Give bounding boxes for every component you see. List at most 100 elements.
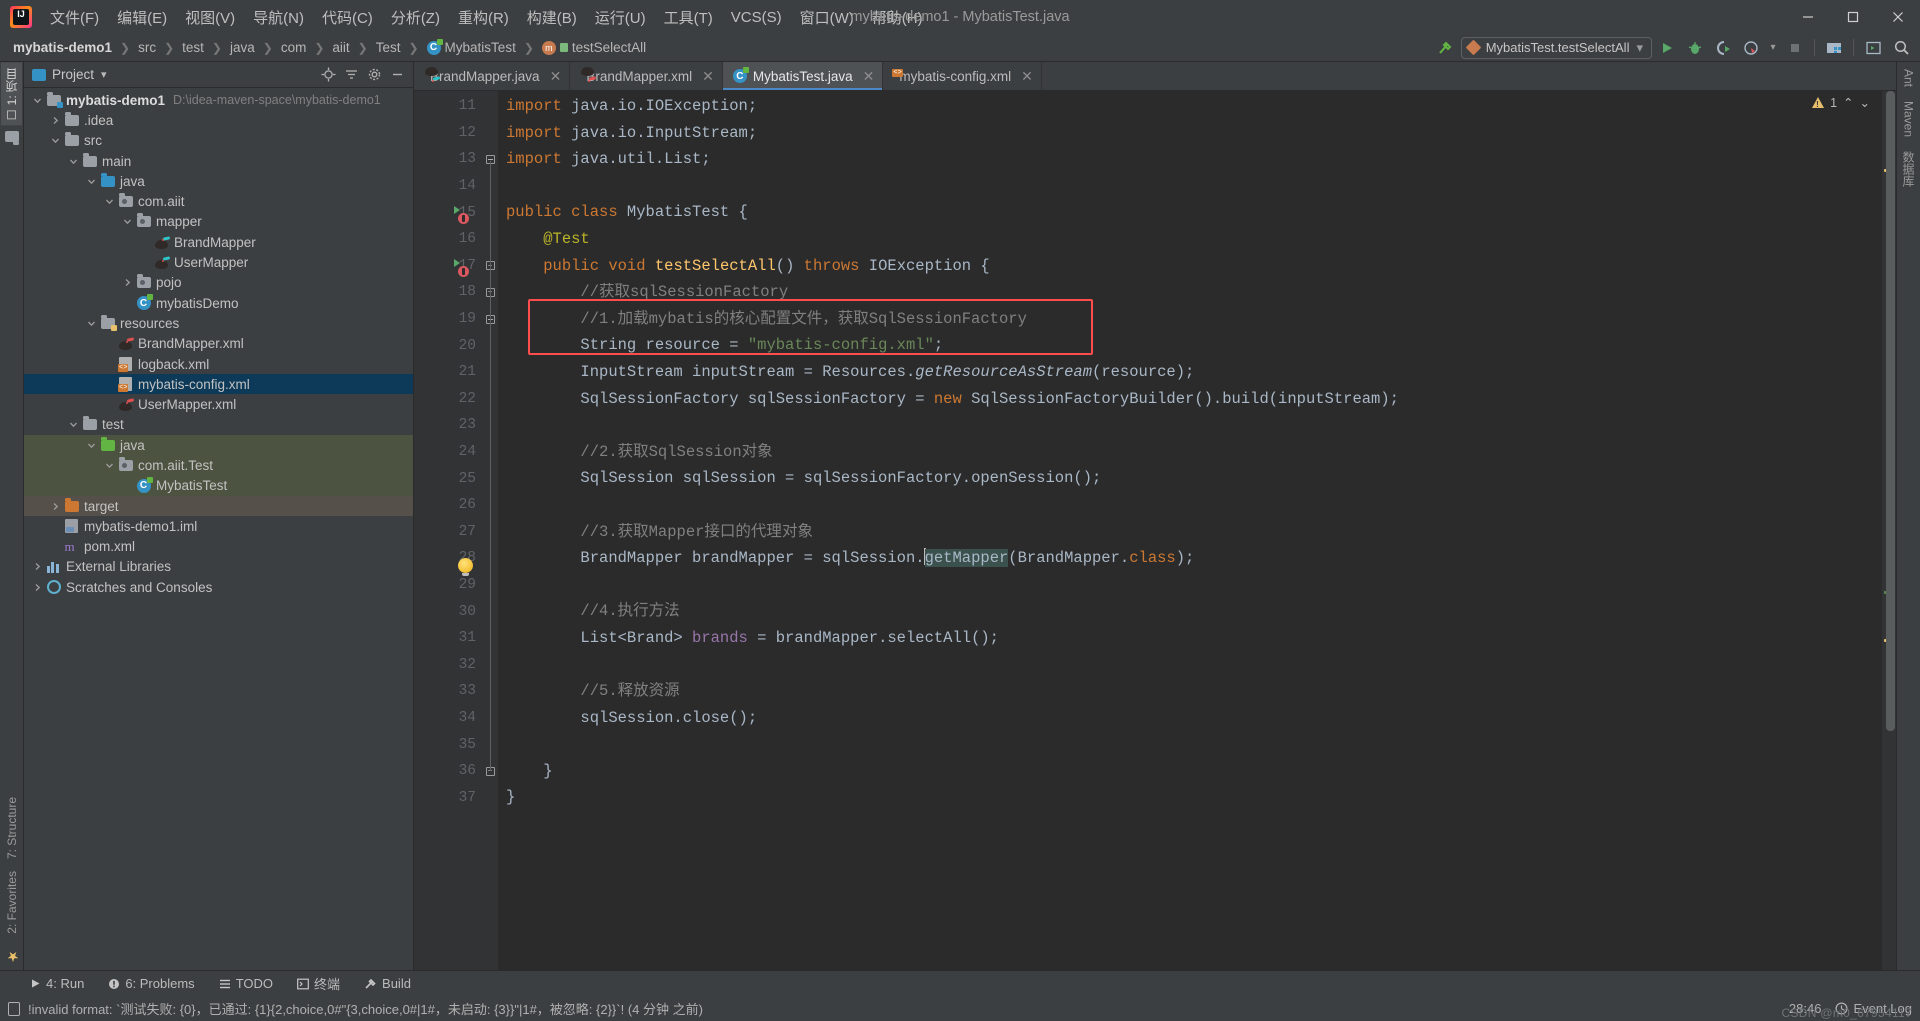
- line-number-17[interactable]: 17: [414, 253, 482, 280]
- tree-node-mybatistest[interactable]: C MybatisTest: [24, 475, 413, 496]
- tree-node-mybatis-demo1[interactable]: mybatis-demo1 D:\idea-maven-space\mybatis…: [24, 90, 413, 110]
- tree-node-java[interactable]: java: [24, 435, 413, 456]
- editor-tab-brandmapper-xml[interactable]: BrandMapper.xml ✕: [570, 62, 723, 90]
- menu-file[interactable]: 文件(F): [41, 3, 108, 32]
- line-number-36[interactable]: 36: [414, 758, 482, 785]
- line-number-15[interactable]: 15: [414, 199, 482, 226]
- chevron-down-icon[interactable]: [120, 217, 135, 226]
- minimize-button[interactable]: [1785, 0, 1830, 34]
- error-stripe-markers[interactable]: [1882, 91, 1896, 970]
- line-number-14[interactable]: 14: [414, 173, 482, 200]
- run-icon[interactable]: [1654, 36, 1680, 60]
- tool-window-build[interactable]: Build: [360, 974, 415, 993]
- tool-tab-favorites[interactable]: 2: Favorites: [3, 865, 21, 940]
- breadcrumb-project[interactable]: mybatis-demo1: [10, 39, 115, 56]
- editor-tab-mybatis-config-xml[interactable]: mybatis-config.xml ✕: [883, 62, 1042, 90]
- chevron-down-icon[interactable]: ⌄: [1860, 95, 1870, 110]
- chevron-down-icon[interactable]: [84, 319, 99, 328]
- favorites-star-icon[interactable]: ★: [2, 940, 22, 970]
- tree-node--idea[interactable]: .idea: [24, 110, 413, 130]
- editor-tabs[interactable]: BrandMapper.java ✕ BrandMapper.xml ✕ C Mybati…: [414, 62, 1896, 91]
- inspection-widget[interactable]: 1 ⌃ ⌄: [1812, 95, 1870, 110]
- chevron-right-icon[interactable]: [48, 116, 63, 125]
- code-editor[interactable]: import java.io.IOException; import java.i…: [498, 91, 1882, 970]
- tool-tab-folder[interactable]: [3, 125, 21, 148]
- chevron-down-icon[interactable]: [84, 441, 99, 450]
- code-line-13[interactable]: import java.util.List;: [498, 146, 1882, 173]
- code-line-14[interactable]: [498, 173, 1882, 200]
- menu-edit[interactable]: 编辑(E): [108, 3, 176, 32]
- tree-node-pom-xml[interactable]: m pom.xml: [24, 537, 413, 557]
- tree-node-target[interactable]: target: [24, 495, 413, 517]
- code-line-30[interactable]: //4.执行方法: [498, 598, 1882, 625]
- tree-node-usermapper[interactable]: UserMapper: [24, 252, 413, 272]
- tree-node-brandmapper-xml[interactable]: BrandMapper.xml: [24, 334, 413, 354]
- line-number-27[interactable]: 27: [414, 519, 482, 546]
- tool-tab-database[interactable]: 数据库: [1898, 144, 1919, 194]
- line-number-18[interactable]: 18: [414, 279, 482, 306]
- tool-tab-structure[interactable]: 7: Structure: [3, 791, 21, 865]
- line-number-11[interactable]: 11: [414, 93, 482, 120]
- line-number-21[interactable]: 21: [414, 359, 482, 386]
- profiler-icon[interactable]: [1738, 36, 1764, 60]
- code-line-31[interactable]: List<Brand> brands = brandMapper.selectA…: [498, 625, 1882, 652]
- code-line-22[interactable]: SqlSessionFactory sqlSessionFactory = ne…: [498, 386, 1882, 413]
- stop-icon[interactable]: [1782, 36, 1808, 60]
- tree-node-usermapper-xml[interactable]: UserMapper.xml: [24, 394, 413, 414]
- breadcrumb-class[interactable]: C MybatisTest: [424, 38, 519, 56]
- menu-vcs[interactable]: VCS(S): [722, 5, 791, 30]
- code-line-16[interactable]: @Test: [498, 226, 1882, 253]
- chevron-right-icon[interactable]: [120, 278, 135, 287]
- code-line-36[interactable]: }: [498, 758, 1882, 785]
- code-line-26[interactable]: [498, 492, 1882, 519]
- chevron-down-icon[interactable]: [102, 197, 117, 206]
- line-number-34[interactable]: 34: [414, 705, 482, 732]
- tree-node-mapper[interactable]: mapper: [24, 212, 413, 232]
- chevron-down-icon[interactable]: ▾: [101, 68, 107, 81]
- line-number-30[interactable]: 30: [414, 598, 482, 625]
- menu-analyze[interactable]: 分析(Z): [382, 3, 449, 32]
- code-line-28[interactable]: BrandMapper brandMapper = sqlSession.get…: [498, 545, 1882, 572]
- search-everywhere-icon[interactable]: [1888, 36, 1914, 60]
- settings-gear-icon[interactable]: [364, 65, 384, 85]
- code-line-32[interactable]: [498, 651, 1882, 678]
- menu-build[interactable]: 构建(B): [518, 3, 586, 32]
- menu-help[interactable]: 帮助(H): [863, 3, 932, 32]
- tool-window-run[interactable]: 4: Run: [26, 974, 88, 993]
- project-structure-icon[interactable]: [1821, 36, 1847, 60]
- breadcrumb-aiit[interactable]: aiit: [329, 39, 352, 56]
- code-line-15[interactable]: public class MybatisTest {: [498, 199, 1882, 226]
- breadcrumb-method[interactable]: m testSelectAll: [539, 39, 649, 56]
- debug-icon[interactable]: [1682, 36, 1708, 60]
- code-line-23[interactable]: [498, 412, 1882, 439]
- code-line-24[interactable]: //2.获取SqlSession对象: [498, 439, 1882, 466]
- menu-tools[interactable]: 工具(T): [655, 3, 722, 32]
- breadcrumb-src[interactable]: src: [135, 39, 159, 56]
- editor-tab-mybatistest-java[interactable]: C MybatisTest.java ✕: [722, 62, 884, 90]
- code-line-19[interactable]: //1.加载mybatis的核心配置文件，获取SqlSessionFactory: [498, 306, 1882, 333]
- code-line-11[interactable]: import java.io.IOException;: [498, 93, 1882, 120]
- editor-tab-brandmapper-java[interactable]: BrandMapper.java ✕: [414, 62, 571, 90]
- menu-navigate[interactable]: 导航(N): [244, 3, 313, 32]
- tree-node-com-aiit[interactable]: com.aiit: [24, 191, 413, 211]
- tree-node-main[interactable]: main: [24, 151, 413, 171]
- code-line-20[interactable]: String resource = "mybatis-config.xml";: [498, 332, 1882, 359]
- tool-tab-ant[interactable]: Ant: [1900, 62, 1918, 94]
- tree-node-external-libraries[interactable]: External Libraries: [24, 557, 413, 577]
- tool-tab-maven[interactable]: Maven: [1900, 94, 1918, 144]
- open-terminal-icon[interactable]: [1860, 36, 1886, 60]
- line-number-16[interactable]: 16: [414, 226, 482, 253]
- menu-run[interactable]: 运行(U): [586, 3, 655, 32]
- line-number-29[interactable]: 29: [414, 572, 482, 599]
- line-number-20[interactable]: 20: [414, 332, 482, 359]
- line-number-25[interactable]: 25: [414, 465, 482, 492]
- chevron-right-icon[interactable]: [48, 502, 63, 511]
- line-number-32[interactable]: 32: [414, 651, 482, 678]
- breadcrumb-java[interactable]: java: [227, 39, 258, 56]
- breadcrumb-com[interactable]: com: [278, 39, 310, 56]
- chevron-down-icon[interactable]: [84, 177, 99, 186]
- code-folding-gutter[interactable]: −−−: [482, 91, 498, 970]
- chevron-right-icon[interactable]: [30, 562, 45, 571]
- line-number-12[interactable]: 12: [414, 120, 482, 147]
- chevron-down-icon[interactable]: [102, 461, 117, 470]
